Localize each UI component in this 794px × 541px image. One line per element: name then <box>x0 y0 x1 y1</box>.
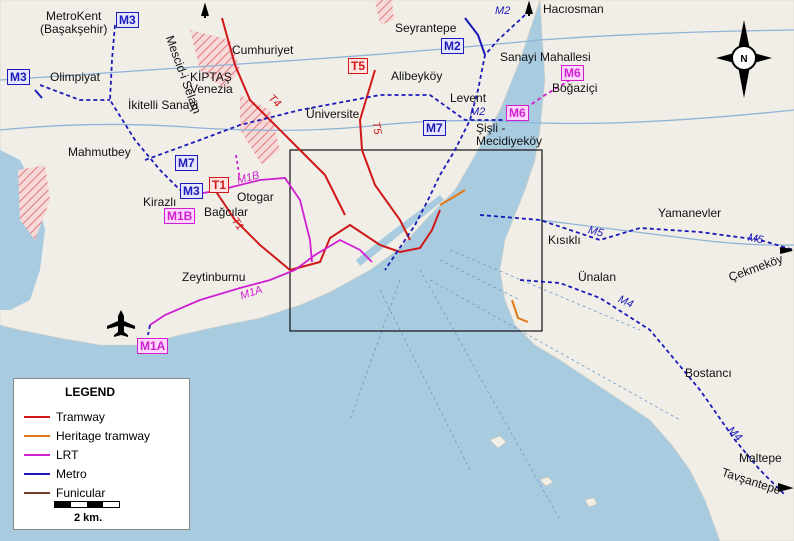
legend-label: Heritage tramway <box>56 429 151 443</box>
legend-swatch <box>24 435 50 437</box>
line-badge: M6 <box>506 105 529 121</box>
district-label: Zeytinburnu <box>182 270 246 284</box>
district-label: Bostancı <box>685 366 732 380</box>
district-label: Üniversite <box>306 107 360 121</box>
map-legend: LEGEND Tramway Heritage tramway LRT Metr… <box>13 378 190 530</box>
compass-north-letter: N <box>740 54 747 65</box>
district-label: Yamanevler <box>658 206 722 220</box>
legend-swatch <box>24 473 50 475</box>
line-badge: M1B <box>164 208 196 224</box>
district-label: Bağcılar <box>204 205 249 219</box>
legend-item: Tramway <box>24 410 105 424</box>
scale-bar <box>54 501 120 508</box>
legend-label: Metro <box>56 467 87 481</box>
line-badge: M3 <box>7 69 30 85</box>
line-badge: M6 <box>561 65 584 81</box>
line-badge: M2 <box>441 38 464 54</box>
district-label: Hacıosman <box>543 2 604 16</box>
legend-swatch <box>24 416 50 418</box>
district-label: Kısıklı <box>548 233 581 247</box>
district-label: Maltepe <box>739 451 782 465</box>
islands <box>489 435 598 508</box>
district-label: Seyrantepe <box>395 21 457 35</box>
district-label: İkitelli Sanayi <box>128 98 199 112</box>
district-label: KİPTAŞ Venezia <box>190 70 233 96</box>
legend-item: LRT <box>24 448 78 462</box>
route-label: M2 <box>470 106 486 118</box>
district-label: Mahmutbey <box>68 145 131 159</box>
scale-label: 2 km. <box>74 512 103 524</box>
district-label: MetroKent (Başakşehir) <box>40 9 108 36</box>
line-badge: M3 <box>180 183 203 199</box>
route-label: M2 <box>495 5 511 17</box>
district-label: Şişli - Mecidiyeköy <box>476 121 543 148</box>
district-label: Alibeyköy <box>391 69 443 83</box>
legend-label: Funicular <box>56 486 106 500</box>
legend-swatch <box>24 492 50 494</box>
legend-title: LEGEND <box>65 385 116 399</box>
line-badge: M1A <box>137 338 169 354</box>
district-label: Cumhuriyet <box>232 43 294 57</box>
legend-swatch <box>24 454 50 456</box>
legend-item: Metro <box>24 467 87 481</box>
district-label: Ünalan <box>578 270 617 284</box>
line-badge: M7 <box>175 155 198 171</box>
city-rail-map: N MetroKent (Başakşehir) Mescid-i Selam … <box>0 0 794 541</box>
line-badge: T1 <box>209 177 230 193</box>
district-label: Otogar <box>237 190 274 204</box>
compass-icon: N <box>716 20 772 98</box>
legend-label: Tramway <box>56 410 105 424</box>
line-badge: T5 <box>348 58 369 74</box>
line-badge: M3 <box>116 12 139 28</box>
route-label: T5 <box>369 120 384 136</box>
legend-label: LRT <box>56 448 79 462</box>
district-label: Boğaziçi <box>552 81 598 95</box>
district-label: Sanayi Mahallesi <box>500 50 591 64</box>
legend-item: Funicular <box>24 486 105 500</box>
legend-item: Heritage tramway <box>24 429 150 443</box>
line-badge: M7 <box>423 120 446 136</box>
district-label: Olimpiyat <box>50 70 101 84</box>
district-label: Levent <box>450 91 487 105</box>
